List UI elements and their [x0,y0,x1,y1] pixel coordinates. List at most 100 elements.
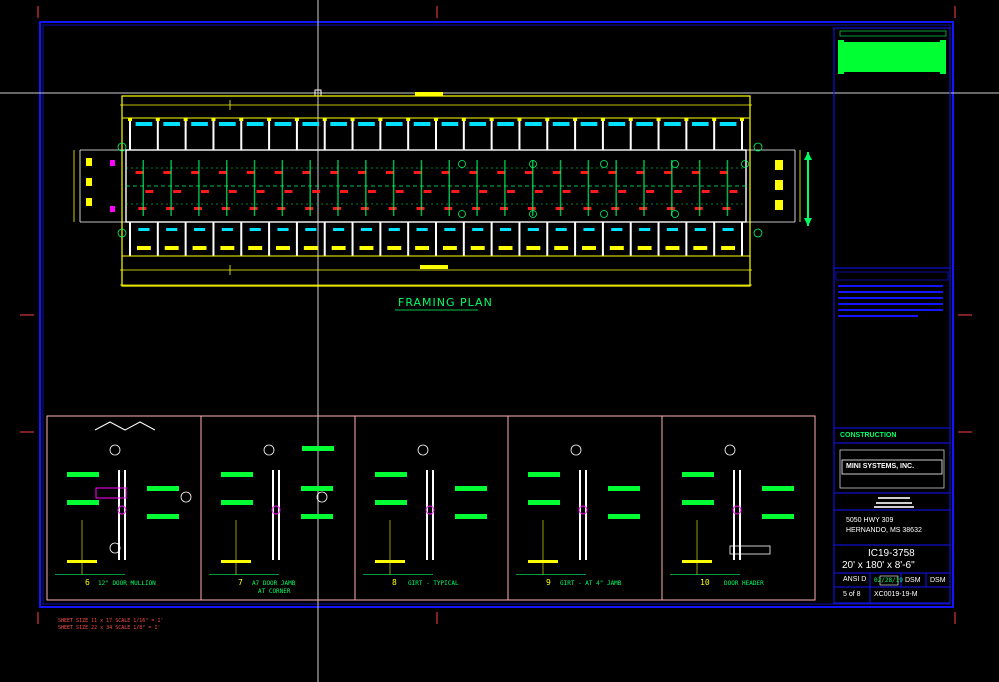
purlin-line [698,160,701,216]
detail-caption-line [363,574,433,575]
framing-plan-title: FRAMING PLAN [398,296,493,309]
panel-marker [221,228,233,231]
member-tag [385,171,394,174]
detail-10-caption: DOOR HEADER [724,580,764,587]
panel-marker [331,246,346,250]
panel-marker [138,228,150,231]
member-tag [608,171,617,174]
detail-stud [579,470,581,560]
panel-marker [388,228,400,231]
wall-column [129,222,131,256]
member-tag [527,207,536,210]
detail-label-tag [301,486,333,491]
panel-marker [722,228,734,231]
purlin-line [337,160,339,216]
wall-column [435,118,437,150]
member-tag [441,171,450,174]
wall-column [351,118,354,150]
panel-marker [470,246,485,250]
sheet-border [39,21,954,608]
purlin-line [253,160,256,216]
detail-caption-line [670,574,740,575]
member-tag [618,190,627,193]
wall-column [462,118,465,150]
panel-marker [305,228,317,231]
paper-size: ANSI D [843,576,867,583]
panel-marker [442,246,457,250]
panel-marker [360,228,373,231]
purlin-line [198,160,200,216]
panel-marker [721,246,736,250]
detail-9-drawing [516,444,640,575]
member-tag [277,207,286,210]
member-tag [673,190,682,193]
panel-marker [333,228,345,231]
detail-10-number: 10 [700,578,710,587]
purlin-line [643,160,645,216]
panel-marker [413,122,431,126]
detail-label-tag [301,514,333,519]
wall-column [407,118,410,150]
drawing-number: XC0019-19-M [874,591,918,598]
wall-column [268,118,271,150]
drawing-date: 02/28/19 [874,577,903,584]
wall-column [546,222,549,256]
detail-label-tag [455,486,487,491]
purlin-line [531,160,534,216]
panel-marker [193,228,206,231]
member-tag [694,207,703,210]
detail-label-tag [147,514,179,519]
panel-marker [526,246,541,250]
purlin-line [448,160,451,216]
wall-column [546,118,549,150]
member-tag [340,190,349,193]
panel-marker [192,246,207,250]
wall-column [629,118,632,150]
wall-column [518,118,521,150]
member-tag [360,207,369,210]
panel-marker [582,246,596,250]
purlin-line [504,160,506,216]
panel-marker [552,122,570,126]
detail-7-caption: A7 DOOR JAMB [252,580,296,587]
member-tag [562,190,571,193]
panel-marker [497,122,514,126]
panel-marker [666,228,679,231]
detail-7-drawing [209,444,333,575]
panel-marker [166,228,178,231]
panel-marker [219,122,236,126]
panel-marker [444,228,456,231]
panel-marker [472,228,484,231]
detail-label-tag [221,500,253,505]
member-tag [333,207,342,210]
wall-column [462,222,465,256]
detail-label-tag [67,472,99,477]
detail-caption-line [55,574,125,575]
wall-column [323,118,326,150]
member-tag [691,171,700,174]
panel-marker [609,246,624,250]
panel-marker [694,228,706,231]
member-tag [719,171,728,174]
panel-marker [249,228,261,231]
member-tag [163,171,172,174]
member-tag [145,190,154,193]
member-tag [506,190,515,193]
panel-marker [303,246,318,250]
panel-marker [330,122,347,126]
panel-marker [441,122,459,126]
wall-column [685,222,688,256]
member-tag [200,190,209,193]
member-tag [221,207,230,210]
member-tag [330,171,339,174]
purlin-line [142,160,145,216]
wall-column [518,222,521,256]
detail-label-tag [682,472,714,477]
wall-column [129,118,131,150]
wall-column [629,222,632,256]
wall-column [713,222,716,256]
wall-column [323,222,326,256]
detail-stud [272,470,274,560]
member-tag [219,171,228,174]
member-tag [701,190,710,193]
